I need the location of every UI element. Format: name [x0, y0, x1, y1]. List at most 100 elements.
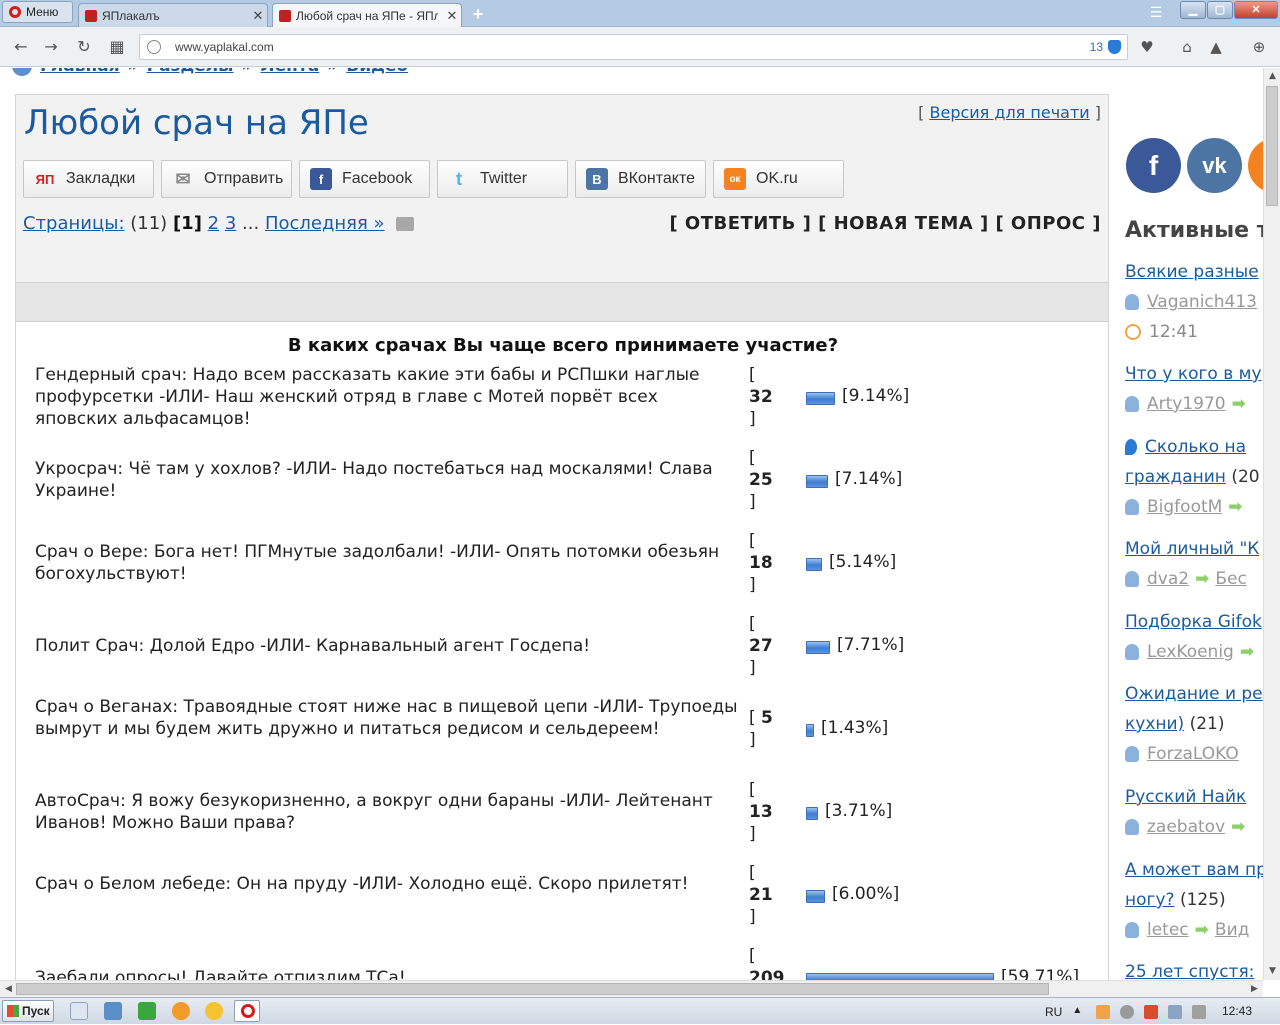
topic-link[interactable]: ногу?: [1125, 890, 1175, 910]
topic-link[interactable]: 25 лет спустя:: [1125, 962, 1254, 980]
envelope-icon: ✉: [175, 168, 191, 189]
topic-link[interactable]: Мой личный "К: [1125, 539, 1259, 559]
new-tab-button[interactable]: +: [468, 4, 488, 24]
author-link[interactable]: Arty1970: [1147, 394, 1226, 414]
scroll-left-icon[interactable]: ◀: [0, 981, 17, 998]
minimize-button[interactable]: ▁: [1180, 1, 1206, 19]
user-icon: [1125, 571, 1139, 587]
last-page-link[interactable]: Последняя »: [265, 213, 385, 234]
opera-menu-button[interactable]: Меню: [2, 1, 73, 23]
tray-expand-icon[interactable]: ▲: [1072, 1005, 1086, 1019]
gray-band: [16, 282, 1108, 322]
breadcrumb-video[interactable]: Видео: [346, 68, 408, 76]
poll-option: Гендерный срач: Надо всем рассказать как…: [16, 364, 1110, 444]
adblock-shield-icon[interactable]: [1108, 40, 1121, 54]
facebook-button[interactable]: f Facebook: [299, 160, 430, 198]
topic-actions[interactable]: [ ОТВЕТИТЬ ] [ НОВАЯ ТЕМА ] [ ОПРОС ]: [669, 213, 1101, 234]
scroll-thumb[interactable]: [16, 983, 1049, 995]
download-icon[interactable]: ⊕: [1248, 36, 1270, 58]
quicklaunch-app-icon[interactable]: [138, 1002, 156, 1020]
opera-taskbar-button[interactable]: [234, 1000, 260, 1022]
topic-link[interactable]: Что у кого в му: [1125, 364, 1262, 384]
facebook-icon: f: [310, 168, 332, 190]
topic-author-row: zaebatov ➡: [1125, 817, 1251, 837]
tray-app-icon[interactable]: [1096, 1004, 1111, 1019]
page-link-2[interactable]: 2: [208, 213, 219, 234]
share-buttons: ЯП Закладки ✉ Отправить f Facebook t Twi…: [23, 160, 844, 198]
tray-app-icon[interactable]: [1144, 1004, 1159, 1019]
close-tab-icon[interactable]: ✕: [249, 8, 267, 24]
breadcrumb-feed[interactable]: Лента: [261, 68, 320, 76]
topic-link[interactable]: Подборка Gifok: [1125, 612, 1262, 632]
poll-vote-count: [25]: [749, 448, 773, 512]
speed-dial-icon[interactable]: ▦: [106, 36, 128, 58]
pages-label[interactable]: Страницы:: [23, 213, 125, 234]
start-button[interactable]: Пуск: [2, 1000, 54, 1022]
user-icon: [1125, 746, 1139, 762]
last-poster-link[interactable]: Вид: [1215, 920, 1249, 940]
scroll-down-icon[interactable]: ▼: [1264, 963, 1280, 980]
vk-circle-icon[interactable]: vk: [1187, 138, 1242, 193]
topic-header: Любой срач на ЯПе [ Версия для печати ] …: [16, 95, 1108, 282]
ok-circle-icon[interactable]: ок: [1248, 138, 1263, 193]
breadcrumb-home[interactable]: Главная: [40, 68, 120, 76]
last-poster-link[interactable]: Бес: [1215, 569, 1246, 589]
author-link[interactable]: LexKoenig: [1147, 642, 1234, 662]
author-link[interactable]: zaebatov: [1147, 817, 1225, 837]
show-desktop-icon[interactable]: [70, 1002, 88, 1020]
topic-link[interactable]: Русский Найк: [1125, 787, 1246, 807]
okru-button[interactable]: ок OK.ru: [713, 160, 844, 198]
topic-link[interactable]: гражданин: [1125, 467, 1226, 487]
topic-author-row: letec ➡ Вид: [1125, 920, 1249, 940]
tab-menu-icon[interactable]: ☰: [1146, 5, 1166, 21]
author-link[interactable]: ForzaLOKO: [1147, 744, 1239, 764]
close-window-button[interactable]: ✕: [1234, 1, 1278, 19]
reload-icon[interactable]: ↻: [73, 36, 95, 58]
subscribe-mail-icon[interactable]: [396, 217, 415, 231]
firefox-icon[interactable]: [172, 1002, 190, 1020]
topic-link[interactable]: А может вам пр: [1125, 860, 1263, 880]
tab-active-topic[interactable]: Любой срач на ЯПе - ЯПлакалъ ✕: [272, 3, 462, 27]
forward-icon[interactable]: →: [40, 36, 62, 58]
page-link-3[interactable]: 3: [225, 213, 236, 234]
scroll-up-icon[interactable]: ▲: [1264, 68, 1280, 85]
topic-author-row: BigfootM ➡: [1125, 497, 1249, 517]
close-tab-icon[interactable]: ✕: [443, 8, 461, 24]
quicklaunch-app-icon[interactable]: [104, 1002, 122, 1020]
tab-yaplakal[interactable]: ЯПлакалъ ✕: [78, 3, 268, 27]
extension-icon[interactable]: ▲: [1205, 36, 1227, 58]
author-link[interactable]: dva2: [1147, 569, 1189, 589]
active-topic-link: Всякие разные: [1125, 262, 1259, 282]
vertical-scrollbar[interactable]: ▲ ▼: [1263, 68, 1280, 980]
volume-icon[interactable]: [1192, 1004, 1207, 1019]
scroll-right-icon[interactable]: ▶: [1246, 981, 1263, 998]
tray-app-icon[interactable]: [1120, 1004, 1135, 1019]
vkontakte-button[interactable]: В ВКонтакте: [575, 160, 706, 198]
facebook-circle-icon[interactable]: f: [1126, 138, 1181, 193]
back-icon[interactable]: ←: [10, 36, 32, 58]
topic-link[interactable]: Сколько на: [1145, 437, 1246, 457]
bookmarks-button[interactable]: ЯП Закладки: [23, 160, 154, 198]
author-link[interactable]: letec: [1147, 920, 1189, 940]
arrow-right-icon: ➡: [1231, 394, 1246, 414]
maximize-button[interactable]: ▢: [1207, 1, 1233, 19]
active-topic-link: Русский Найк: [1125, 787, 1246, 807]
breadcrumb-sections[interactable]: Разделы: [147, 68, 234, 76]
print-version-link[interactable]: Версия для печати: [930, 103, 1090, 122]
author-link[interactable]: Vaganich413: [1147, 292, 1257, 312]
topic-link[interactable]: Ожидание и ре: [1125, 684, 1263, 704]
topic-link[interactable]: Всякие разные: [1125, 262, 1259, 282]
quicklaunch-app-icon[interactable]: [205, 1002, 223, 1020]
language-indicator[interactable]: RU: [1045, 1005, 1062, 1019]
send-button[interactable]: ✉ Отправить: [161, 160, 292, 198]
vpn-icon[interactable]: ⌂: [1176, 36, 1198, 58]
scroll-thumb[interactable]: [1266, 86, 1278, 206]
twitter-button[interactable]: t Twitter: [437, 160, 568, 198]
author-link[interactable]: BigfootM: [1147, 497, 1222, 517]
network-icon[interactable]: [1168, 1004, 1183, 1019]
menu-label: Меню: [26, 5, 59, 19]
horizontal-scrollbar[interactable]: ◀ ▶: [0, 980, 1263, 997]
url-input[interactable]: www.yaplakal.com 13: [139, 34, 1128, 60]
topic-link[interactable]: кухни): [1125, 714, 1184, 734]
bookmark-heart-icon[interactable]: ♥: [1136, 36, 1158, 58]
